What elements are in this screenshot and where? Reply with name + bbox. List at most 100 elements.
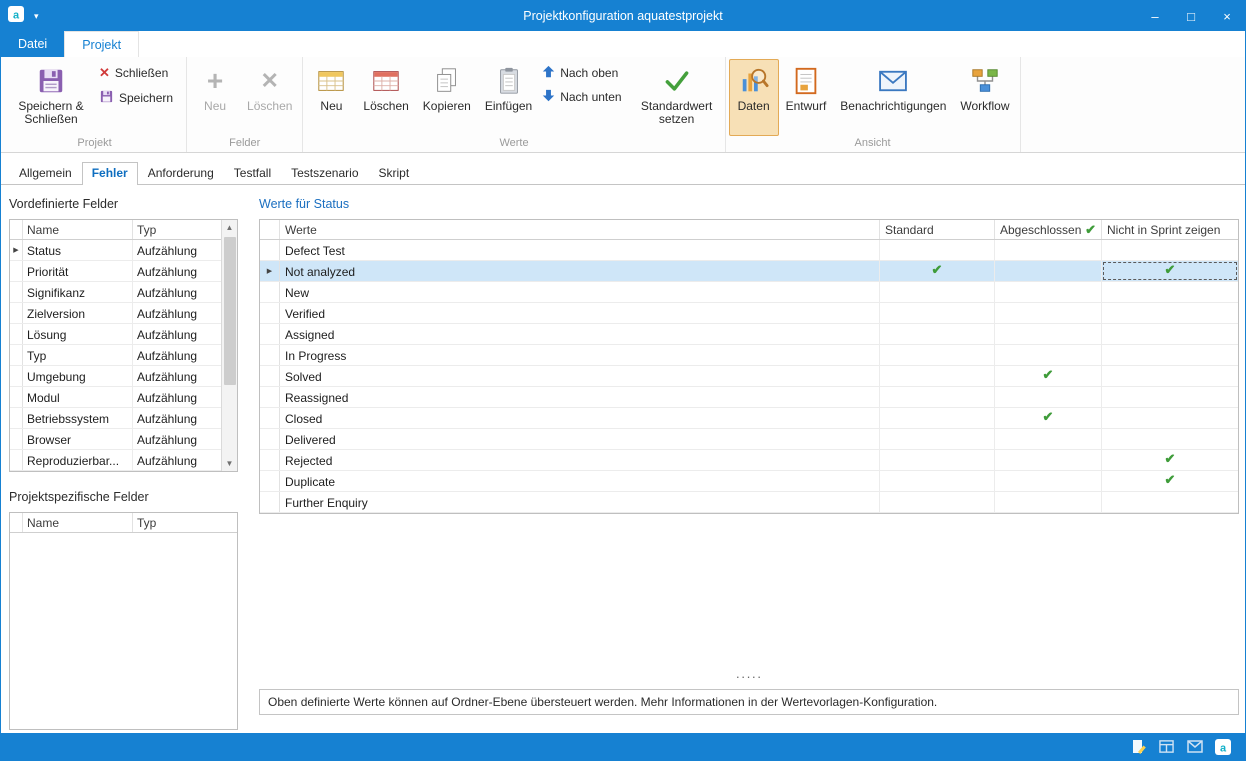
nicht-in-sprint-cell[interactable] xyxy=(1102,408,1238,428)
abgeschlossen-cell[interactable] xyxy=(995,324,1102,344)
value-row[interactable]: Assigned xyxy=(260,324,1238,345)
standard-cell[interactable] xyxy=(880,429,995,449)
value-row[interactable]: In Progress xyxy=(260,345,1238,366)
tab-fehler[interactable]: Fehler xyxy=(82,162,138,185)
standard-cell[interactable] xyxy=(880,282,995,302)
nicht-in-sprint-cell[interactable] xyxy=(1102,345,1238,365)
save-button[interactable]: Speichern xyxy=(96,87,183,109)
value-row[interactable]: Defect Test xyxy=(260,240,1238,261)
standard-cell[interactable] xyxy=(880,324,995,344)
app-logo-small-icon[interactable]: a xyxy=(1214,738,1231,755)
standard-cell[interactable] xyxy=(880,366,995,386)
value-row[interactable]: Further Enquiry xyxy=(260,492,1238,513)
nicht-in-sprint-cell[interactable] xyxy=(1102,366,1238,386)
standard-cell[interactable] xyxy=(880,471,995,491)
value-row[interactable]: Solved✔ xyxy=(260,366,1238,387)
standard-cell[interactable]: ✔ xyxy=(880,261,995,281)
field-new-button[interactable]: + Neu xyxy=(190,59,240,136)
field-row[interactable]: SignifikanzAufzählung xyxy=(10,282,237,303)
copy-button[interactable]: Kopieren xyxy=(416,59,478,136)
standard-cell[interactable] xyxy=(880,450,995,470)
nicht-in-sprint-cell[interactable]: ✔ xyxy=(1102,450,1238,470)
nicht-in-sprint-cell[interactable]: ✔ xyxy=(1102,471,1238,491)
tab-skript[interactable]: Skript xyxy=(369,162,420,184)
tab-testszenario[interactable]: Testszenario xyxy=(281,162,368,184)
nicht-in-sprint-cell[interactable] xyxy=(1102,303,1238,323)
field-row[interactable]: PrioritätAufzählung xyxy=(10,261,237,282)
field-row[interactable]: ModulAufzählung xyxy=(10,387,237,408)
abgeschlossen-cell[interactable]: ✔ xyxy=(995,366,1102,386)
field-row[interactable]: UmgebungAufzählung xyxy=(10,366,237,387)
nicht-in-sprint-cell[interactable] xyxy=(1102,492,1238,512)
column-header-nicht-in-sprint[interactable]: Nicht in Sprint zeigen xyxy=(1102,220,1238,239)
field-row[interactable]: ▶StatusAufzählung xyxy=(10,240,237,261)
nicht-in-sprint-cell[interactable] xyxy=(1102,387,1238,407)
value-row[interactable]: Duplicate✔ xyxy=(260,471,1238,492)
view-design-button[interactable]: Entwurf xyxy=(779,59,834,136)
abgeschlossen-cell[interactable] xyxy=(995,450,1102,470)
edit-document-icon[interactable] xyxy=(1130,738,1147,755)
nicht-in-sprint-cell[interactable] xyxy=(1102,240,1238,260)
field-row[interactable]: TypAufzählung xyxy=(10,345,237,366)
field-row[interactable]: Reproduzierbar...Aufzählung xyxy=(10,450,237,471)
field-row[interactable]: BrowserAufzählung xyxy=(10,429,237,450)
value-row[interactable]: Rejected✔ xyxy=(260,450,1238,471)
grid-view-icon[interactable] xyxy=(1158,738,1175,755)
value-row[interactable]: ▶Not analyzed✔✔ xyxy=(260,261,1238,282)
nicht-in-sprint-cell[interactable] xyxy=(1102,429,1238,449)
value-row[interactable]: Reassigned xyxy=(260,387,1238,408)
field-delete-button[interactable]: ✕ Löschen xyxy=(240,59,299,136)
standard-cell[interactable] xyxy=(880,387,995,407)
move-up-button[interactable]: Nach oben xyxy=(539,63,631,83)
save-and-close-button[interactable]: Speichern & Schließen xyxy=(6,59,96,136)
standard-cell[interactable] xyxy=(880,408,995,428)
abgeschlossen-cell[interactable] xyxy=(995,429,1102,449)
abgeschlossen-cell[interactable] xyxy=(995,282,1102,302)
view-data-button[interactable]: Daten xyxy=(729,59,779,136)
field-row[interactable]: ZielversionAufzählung xyxy=(10,303,237,324)
column-header-standard[interactable]: Standard xyxy=(880,220,995,239)
column-header-werte[interactable]: Werte xyxy=(280,220,880,239)
column-header-name[interactable]: Name xyxy=(23,513,133,532)
abgeschlossen-cell[interactable]: ✔ xyxy=(995,408,1102,428)
standard-cell[interactable] xyxy=(880,345,995,365)
close-button[interactable]: × xyxy=(1209,1,1245,31)
maximize-button[interactable]: □ xyxy=(1173,1,1209,31)
ribbon-tab-datei[interactable]: Datei xyxy=(1,31,64,57)
paste-button[interactable]: Einfügen xyxy=(478,59,539,136)
value-row[interactable]: Closed✔ xyxy=(260,408,1238,429)
scrollbar[interactable]: ▲ ▼ xyxy=(221,220,237,471)
ribbon-tab-projekt[interactable]: Projekt xyxy=(64,31,139,57)
value-row[interactable]: Verified xyxy=(260,303,1238,324)
abgeschlossen-cell[interactable] xyxy=(995,345,1102,365)
tab-testfall[interactable]: Testfall xyxy=(224,162,281,184)
abgeschlossen-cell[interactable] xyxy=(995,492,1102,512)
tab-allgemein[interactable]: Allgemein xyxy=(9,162,82,184)
nicht-in-sprint-cell[interactable]: ✔ xyxy=(1102,261,1238,281)
standard-cell[interactable] xyxy=(880,240,995,260)
value-row[interactable]: Delivered xyxy=(260,429,1238,450)
standard-cell[interactable] xyxy=(880,303,995,323)
nicht-in-sprint-cell[interactable] xyxy=(1102,324,1238,344)
scrollbar-thumb[interactable] xyxy=(224,237,236,385)
abgeschlossen-cell[interactable] xyxy=(995,240,1102,260)
set-default-button[interactable]: Standardwert setzen xyxy=(632,59,722,136)
abgeschlossen-cell[interactable] xyxy=(995,303,1102,323)
column-header-typ[interactable]: Typ xyxy=(133,513,237,532)
abgeschlossen-cell[interactable] xyxy=(995,387,1102,407)
field-row[interactable]: BetriebssystemAufzählung xyxy=(10,408,237,429)
column-header-abgeschlossen[interactable]: Abgeschlossen ✔ xyxy=(995,220,1102,239)
scroll-down-icon[interactable]: ▼ xyxy=(226,456,234,471)
splitter-handle[interactable]: ····· xyxy=(259,669,1239,684)
scroll-up-icon[interactable]: ▲ xyxy=(226,220,234,235)
minimize-button[interactable]: – xyxy=(1137,1,1173,31)
tab-anforderung[interactable]: Anforderung xyxy=(138,162,224,184)
value-new-button[interactable]: Neu xyxy=(306,59,356,136)
mail-status-icon[interactable] xyxy=(1186,738,1203,755)
title-bar[interactable]: a ▾ Projektkonfiguration aquatestprojekt… xyxy=(1,1,1245,31)
move-down-button[interactable]: Nach unten xyxy=(539,87,631,107)
view-notifications-button[interactable]: Benachrichtigungen xyxy=(833,59,953,136)
close-project-button[interactable]: ✕ Schließen xyxy=(96,63,183,83)
abgeschlossen-cell[interactable] xyxy=(995,261,1102,281)
view-workflow-button[interactable]: Workflow xyxy=(953,59,1016,136)
